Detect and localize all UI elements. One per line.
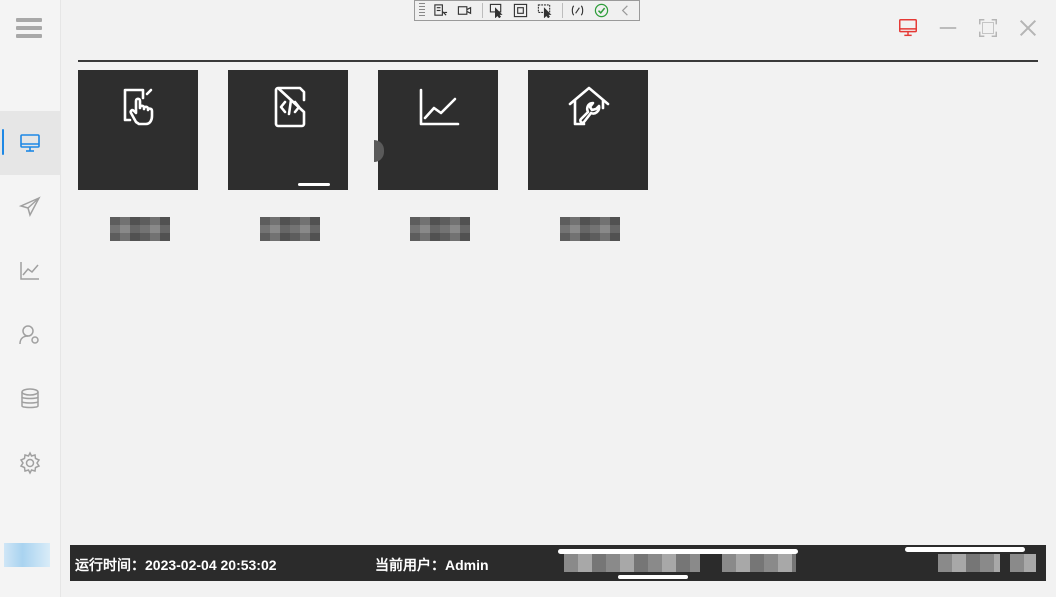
tile-label: [560, 217, 620, 241]
select-element-icon: [433, 4, 447, 16]
pointer-select-icon: [490, 3, 503, 18]
redacted-field: [722, 554, 796, 572]
sidebar-item-monitor[interactable]: [0, 111, 60, 175]
binding-button[interactable]: [567, 2, 588, 19]
runtime-status: 运行时间：2023-02-04 20:53:02: [75, 555, 277, 575]
runtime-label: 运行时间：: [75, 557, 145, 573]
record-button[interactable]: [454, 2, 475, 19]
frame-button[interactable]: [510, 2, 531, 19]
binding-icon: [571, 5, 584, 16]
collapse-toolbar-button[interactable]: [615, 2, 636, 19]
sidebar-item-settings[interactable]: [0, 431, 60, 495]
redacted-field: [938, 554, 1000, 572]
current-user-status: 当前用户：Admin: [375, 555, 489, 575]
user-settings-icon: [19, 325, 39, 345]
database-icon: [21, 388, 39, 409]
sidebar: [0, 0, 61, 597]
sidebar-item-database[interactable]: [0, 367, 60, 431]
minimize-icon: [939, 27, 957, 29]
sidebar-item-user[interactable]: [0, 303, 60, 367]
redacted-field: [1010, 554, 1036, 572]
monitor-icon: [899, 19, 917, 37]
user-label: 当前用户：: [375, 557, 445, 573]
redaction-mark: [374, 140, 384, 162]
redaction-mark: [618, 575, 688, 579]
collapse-icon: [621, 5, 628, 16]
tile-label: [110, 217, 170, 241]
pointer-select-button[interactable]: [487, 2, 508, 19]
tile-label: [410, 217, 470, 241]
header-divider: [78, 60, 1038, 62]
maximize-button[interactable]: [976, 16, 1000, 40]
home-wrench-icon: [568, 86, 610, 126]
line-chart-icon: [20, 262, 39, 280]
check-icon: [594, 3, 609, 18]
code-file-icon: [274, 86, 306, 128]
runtime-value: 2023-02-04 20:53:02: [145, 557, 277, 573]
line-chart-icon: [419, 88, 460, 126]
maximize-icon: [979, 19, 997, 37]
monitor-status-button[interactable]: [896, 16, 920, 40]
redaction-mark: [298, 183, 330, 186]
monitor-icon: [20, 134, 40, 152]
toolbar-grip[interactable]: [419, 3, 425, 18]
tile-program[interactable]: [228, 70, 348, 241]
user-value: Admin: [445, 557, 489, 573]
video-icon: [457, 6, 471, 15]
sidebar-item-send[interactable]: [0, 175, 60, 239]
close-button[interactable]: [1016, 16, 1040, 40]
layout-pointer-icon: [538, 4, 552, 18]
tile-maintenance[interactable]: [528, 70, 648, 241]
gear-icon: [19, 451, 41, 475]
debug-toolbar: [414, 0, 640, 21]
status-bar: 运行时间：2023-02-04 20:53:02 当前用户：Admin: [70, 545, 1046, 581]
hamburger-icon[interactable]: [16, 18, 42, 42]
redaction-mark: [905, 547, 1025, 552]
tile-label: [260, 217, 320, 241]
tile-statistics[interactable]: [374, 70, 498, 241]
paper-plane-icon: [18, 196, 41, 217]
select-element-button[interactable]: [430, 2, 451, 19]
tile-manual-operation[interactable]: [78, 70, 198, 241]
touch-hand-icon: [123, 88, 154, 126]
layout-pointer-button[interactable]: [534, 2, 555, 19]
check-button[interactable]: [591, 2, 612, 19]
close-icon: [1019, 19, 1037, 37]
redacted-field: [564, 554, 700, 572]
sidebar-logo: [4, 543, 50, 567]
frame-icon: [514, 3, 528, 18]
minimize-button[interactable]: [936, 16, 960, 40]
sidebar-item-chart[interactable]: [0, 239, 60, 303]
